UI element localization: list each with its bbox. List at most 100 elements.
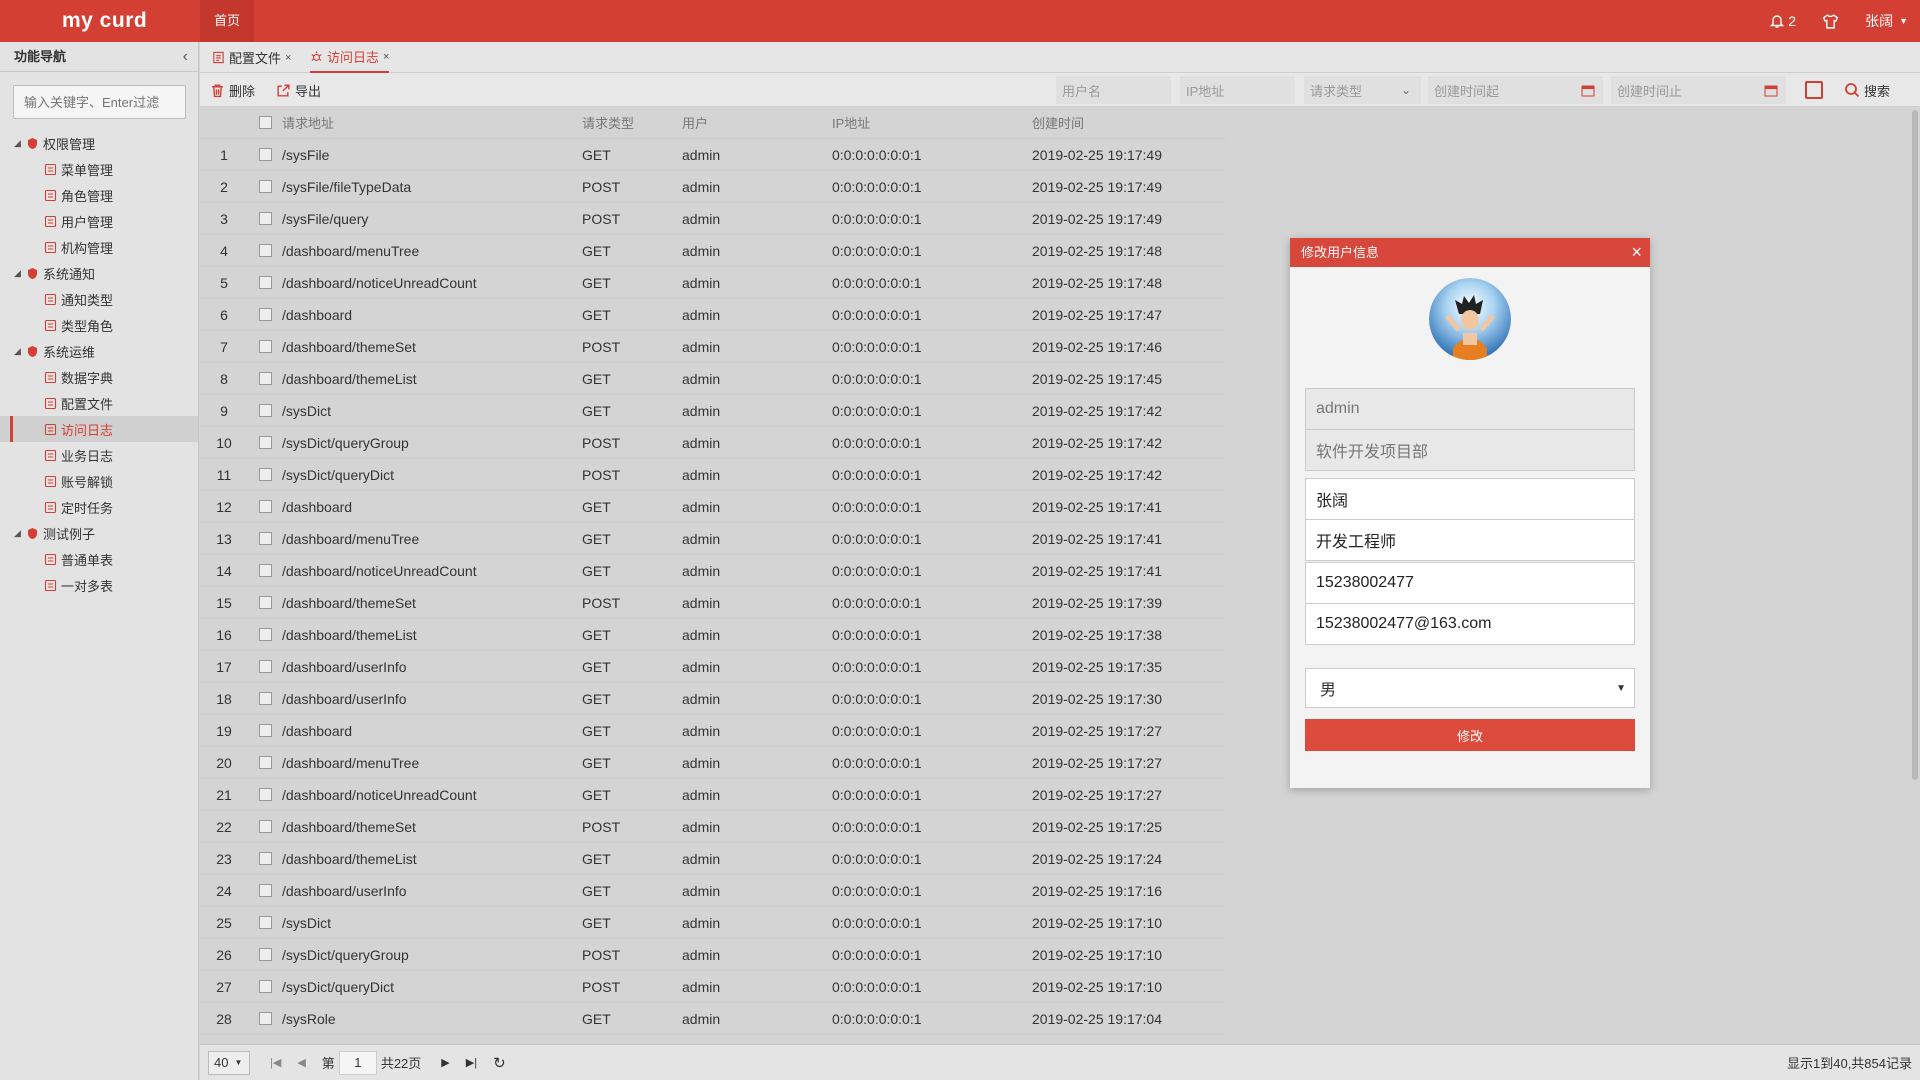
table-row[interactable]: 7/dashboard/themeSet POST admin 0:0:0:0:0:0… — [200, 331, 1226, 363]
home-nav-tab[interactable]: 首页 — [200, 0, 254, 42]
checkbox[interactable] — [258, 340, 272, 353]
table-row[interactable]: 10/sysDict/queryGroup POST admin 0:0:0:0:0:… — [200, 427, 1226, 459]
table-row[interactable]: 20/dashboard/menuTree GET admin 0:0:0:0:0:0… — [200, 747, 1226, 779]
checkbox[interactable] — [258, 212, 272, 225]
table-row[interactable]: 25/sysDict GET admin 0:0:0:0:0:0:0:1 2019-02… — [200, 907, 1226, 939]
row-checkbox-cell[interactable] — [248, 756, 282, 769]
row-checkbox-cell[interactable] — [248, 180, 282, 193]
row-checkbox-cell[interactable] — [248, 276, 282, 289]
checkbox[interactable] — [258, 916, 272, 929]
col-header-url[interactable]: 请求地址 — [282, 113, 582, 132]
col-header-ip[interactable]: IP地址 — [832, 113, 1032, 132]
nav-item[interactable]: 账号解锁 — [0, 468, 198, 494]
row-checkbox-cell[interactable] — [248, 308, 282, 321]
checkbox[interactable] — [258, 1012, 272, 1025]
checkbox[interactable] — [258, 756, 272, 769]
page-number-input[interactable]: 1 — [338, 1050, 377, 1075]
checkbox[interactable] — [258, 308, 272, 321]
row-checkbox-cell[interactable] — [248, 852, 282, 865]
email-field[interactable]: 15238002477@163.com — [1305, 603, 1635, 645]
table-row[interactable]: 6/dashboard GET admin 0:0:0:0:0:0:0:1 2019-0… — [200, 299, 1226, 331]
row-checkbox-cell[interactable] — [248, 564, 282, 577]
row-checkbox-cell[interactable] — [248, 436, 282, 449]
checkbox[interactable] — [258, 788, 272, 801]
row-checkbox-cell[interactable] — [248, 820, 282, 833]
table-row[interactable]: 27/sysDict/queryDict POST admin 0:0:0:0:0:0… — [200, 971, 1226, 1003]
checkbox[interactable] — [258, 980, 272, 993]
table-row[interactable]: 13/dashboard/menuTree GET admin 0:0:0:0:0:0… — [200, 523, 1226, 555]
nav-group[interactable]: ◢ 系统通知 — [0, 260, 198, 286]
table-row[interactable]: 12/dashboard GET admin 0:0:0:0:0:0:0:1 2019-… — [200, 491, 1226, 523]
row-checkbox-cell[interactable] — [248, 212, 282, 225]
col-header-user[interactable]: 用户 — [682, 113, 832, 132]
expand-triangle-icon[interactable]: ◢ — [14, 346, 24, 357]
tab-config-file[interactable]: 配置文件 × — [212, 42, 291, 73]
table-row[interactable]: 18/dashboard/userInfo GET admin 0:0:0:0:0:0… — [200, 683, 1226, 715]
nav-item[interactable]: 类型角色 — [0, 312, 198, 338]
notifications-button[interactable]: 2 — [1769, 13, 1796, 29]
row-checkbox-cell[interactable] — [248, 340, 282, 353]
checkbox[interactable] — [258, 820, 272, 833]
nav-item[interactable]: 一对多表 — [0, 572, 198, 598]
toggle-checkbox[interactable] — [1805, 81, 1823, 99]
table-row[interactable]: 22/dashboard/themeSet POST admin 0:0:0:0:0:… — [200, 811, 1226, 843]
tab-close-icon[interactable]: × — [383, 51, 389, 63]
checkbox[interactable] — [258, 180, 272, 193]
table-row[interactable]: 3/sysFile/query POST admin 0:0:0:0:0:0:0:1 2… — [200, 203, 1226, 235]
real-name-field[interactable]: 张阔 — [1305, 478, 1635, 520]
row-checkbox-cell[interactable] — [248, 372, 282, 385]
checkbox[interactable] — [258, 884, 272, 897]
nav-item[interactable]: 普通单表 — [0, 546, 198, 572]
checkbox[interactable] — [258, 148, 272, 161]
row-checkbox-cell[interactable] — [248, 692, 282, 705]
calendar-icon[interactable] — [1581, 84, 1595, 97]
checkbox[interactable] — [258, 948, 272, 961]
col-header-time[interactable]: 创建时间 — [1032, 113, 1226, 132]
row-checkbox-cell[interactable] — [248, 468, 282, 481]
tab-close-icon[interactable]: × — [285, 52, 291, 64]
username-filter-input[interactable]: 用户名 — [1056, 76, 1171, 104]
nav-item[interactable]: 配置文件 — [0, 390, 198, 416]
table-row[interactable]: 5/dashboard/noticeUnreadCount GET admin 0:0… — [200, 267, 1226, 299]
table-row[interactable]: 8/dashboard/themeList GET admin 0:0:0:0:0:0… — [200, 363, 1226, 395]
table-row[interactable]: 28/sysRole GET admin 0:0:0:0:0:0:0:1 2019-02… — [200, 1003, 1226, 1035]
checkbox[interactable] — [258, 596, 272, 609]
checkbox[interactable] — [258, 244, 272, 257]
checkbox[interactable] — [258, 468, 272, 481]
nav-item[interactable]: 机构管理 — [0, 234, 198, 260]
nav-group[interactable]: ◢ 系统运维 — [0, 338, 198, 364]
table-row[interactable]: 1/sysFile GET admin 0:0:0:0:0:0:0:1 2019-02-… — [200, 139, 1226, 171]
table-row[interactable]: 19/dashboard GET admin 0:0:0:0:0:0:0:1 2019-… — [200, 715, 1226, 747]
checkbox[interactable] — [258, 276, 272, 289]
row-checkbox-cell[interactable] — [248, 532, 282, 545]
checkbox[interactable] — [258, 692, 272, 705]
row-checkbox-cell[interactable] — [248, 660, 282, 673]
nav-group[interactable]: ◢ 权限管理 — [0, 130, 198, 156]
checkbox[interactable] — [258, 436, 272, 449]
table-row[interactable]: 14/dashboard/noticeUnreadCount GET admin 0:… — [200, 555, 1226, 587]
refresh-icon[interactable]: ↻ — [493, 1054, 506, 1072]
table-row[interactable]: 9/sysDict GET admin 0:0:0:0:0:0:0:1 2019-02-… — [200, 395, 1226, 427]
checkbox[interactable] — [258, 372, 272, 385]
checkbox[interactable] — [258, 532, 272, 545]
nav-item[interactable]: 业务日志 — [0, 442, 198, 468]
nav-item[interactable]: 数据字典 — [0, 364, 198, 390]
table-row[interactable]: 15/dashboard/themeSet POST admin 0:0:0:0:0:… — [200, 587, 1226, 619]
select-all-checkbox[interactable] — [248, 116, 282, 129]
request-type-select[interactable]: 请求类型 ⌄ — [1304, 76, 1421, 104]
expand-triangle-icon[interactable]: ◢ — [14, 138, 24, 149]
last-page-icon[interactable]: ▶| — [466, 1056, 477, 1069]
checkbox[interactable] — [258, 628, 272, 641]
table-row[interactable]: 23/dashboard/themeList GET admin 0:0:0:0:0:… — [200, 843, 1226, 875]
col-header-type[interactable]: 请求类型 — [582, 113, 682, 132]
checkbox[interactable] — [258, 660, 272, 673]
nav-item[interactable]: 菜单管理 — [0, 156, 198, 182]
prev-page-icon[interactable]: ◀ — [297, 1056, 305, 1069]
table-row[interactable]: 24/dashboard/userInfo GET admin 0:0:0:0:0:0… — [200, 875, 1226, 907]
phone-field[interactable]: 15238002477 — [1305, 562, 1635, 604]
row-checkbox-cell[interactable] — [248, 788, 282, 801]
page-size-select[interactable]: 40 ▼ — [208, 1050, 250, 1075]
collapse-icon[interactable]: ‹ — [183, 42, 188, 72]
row-checkbox-cell[interactable] — [248, 980, 282, 993]
row-checkbox-cell[interactable] — [248, 1012, 282, 1025]
